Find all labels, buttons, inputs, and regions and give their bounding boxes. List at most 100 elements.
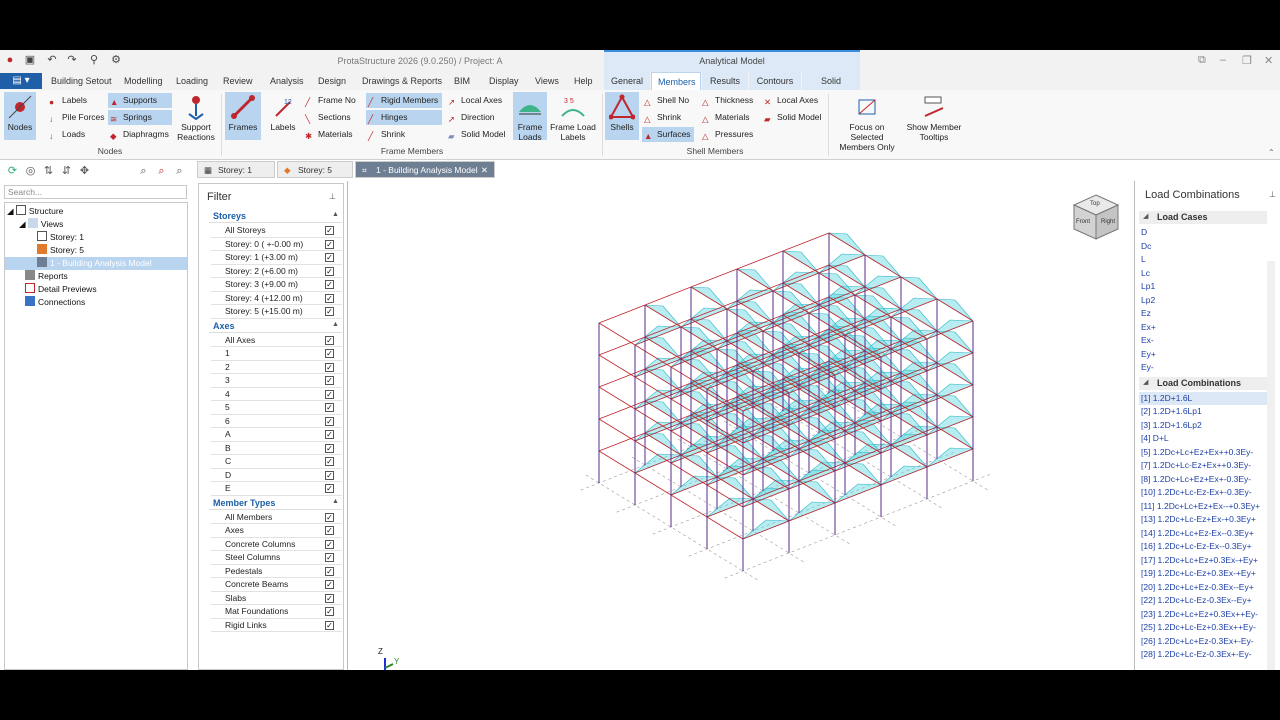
expand-icon[interactable]: ✥: [78, 165, 91, 178]
filter-checkbox[interactable]: ✓: [325, 580, 334, 589]
filter-checkbox[interactable]: ✓: [325, 416, 334, 426]
filter-checkbox[interactable]: ✓: [325, 403, 334, 412]
load-combination-item[interactable]: [13] 1.2Dc+Lc-Ez+Ex-+0.3Ey+: [1139, 513, 1267, 527]
tab-analysis[interactable]: Analysis: [264, 72, 310, 90]
shells-button[interactable]: Shells: [605, 92, 639, 140]
node-labels-button[interactable]: ● Labels: [47, 93, 87, 108]
zoom-window-icon[interactable]: ⌕: [173, 165, 186, 178]
section-load-combinations[interactable]: Load Combinations: [1139, 376, 1267, 390]
pin-icon[interactable]: ⊥: [329, 192, 336, 201]
nodes-button[interactable]: Nodes: [4, 92, 36, 140]
load-case-item[interactable]: Lc: [1139, 267, 1267, 281]
tab-modelling[interactable]: Modelling: [118, 72, 169, 90]
filter-checkbox[interactable]: ✓: [325, 539, 334, 549]
search-input[interactable]: Search...: [4, 185, 187, 199]
tab-review[interactable]: Review: [217, 72, 259, 90]
load-combination-item[interactable]: [11] 1.2Dc+Lc+Ez+Ex--+0.3Ey+: [1139, 500, 1267, 514]
filter-checkbox[interactable]: ✓: [325, 457, 334, 466]
section-axes[interactable]: Axes: [209, 320, 342, 333]
view-cube-right[interactable]: Right: [1101, 219, 1115, 225]
tree-item-analysis-model[interactable]: 1 - Building Analysis Model: [5, 257, 187, 270]
filter-checkbox[interactable]: ✓: [325, 280, 334, 289]
concrete-beam[interactable]: [736, 250, 784, 270]
filter-checkbox[interactable]: ✓: [325, 362, 334, 372]
load-combination-item[interactable]: [8] 1.2Dc+Lc+Ez+Ex+-0.3Ey-: [1139, 473, 1267, 487]
surfaces-button[interactable]: ▲ Surfaces: [642, 127, 694, 142]
load-combination-item[interactable]: [14] 1.2Dc+Lc+Ez-Ex--0.3Ey+: [1139, 527, 1267, 541]
tab-loading[interactable]: Loading: [170, 72, 214, 90]
support-reactions-button[interactable]: Support Reactions: [176, 92, 216, 142]
load-case-item[interactable]: Ex+: [1139, 321, 1267, 335]
load-combination-item[interactable]: [28] 1.2Dc+Lc-Ez-0.3Ex+-Ey-: [1139, 648, 1267, 662]
focus-selected-button[interactable]: Focus on Selected Members Only: [832, 92, 902, 152]
concrete-beam[interactable]: [598, 400, 646, 420]
filter-checkbox[interactable]: ✓: [325, 593, 334, 603]
filter-checkbox[interactable]: ✓: [325, 253, 334, 262]
filter-checkbox[interactable]: ✓: [325, 335, 334, 345]
shell-materials-button[interactable]: △ Materials: [700, 110, 749, 125]
filter-checkbox[interactable]: ✓: [325, 553, 334, 562]
tab-building-setout[interactable]: Building Setout: [45, 72, 118, 90]
pile-forces-button[interactable]: ↓ Pile Forces: [47, 110, 105, 125]
concrete-beam[interactable]: [644, 286, 692, 306]
concrete-beam[interactable]: [782, 232, 830, 252]
tab-help[interactable]: Help: [568, 72, 599, 90]
tree-item-detail-previews[interactable]: Detail Previews: [5, 283, 187, 296]
concrete-beam[interactable]: [706, 516, 744, 540]
doc-tab-storey-5[interactable]: ◆ Storey: 5: [277, 161, 353, 178]
concrete-beam[interactable]: [598, 432, 646, 452]
minimize-icon[interactable]: –: [1220, 54, 1226, 66]
load-combination-item[interactable]: [16] 1.2Dc+Lc-Ez-Ex--0.3Ey+: [1139, 540, 1267, 554]
section-member-types[interactable]: Member Types: [209, 497, 342, 510]
shell-solid-model-button[interactable]: ▰ Solid Model: [762, 110, 821, 125]
close-icon[interactable]: ✕: [1264, 54, 1273, 67]
load-combination-item[interactable]: [26] 1.2Dc+Lc+Ez-0.3Ex+-Ey-: [1139, 635, 1267, 649]
scrollbar[interactable]: [1267, 261, 1275, 670]
load-case-item[interactable]: Lp1: [1139, 280, 1267, 294]
thickness-button[interactable]: △ Thickness: [700, 93, 753, 108]
refresh-icon[interactable]: ⟳: [6, 165, 19, 178]
load-case-item[interactable]: Ey+: [1139, 348, 1267, 362]
load-combination-item[interactable]: [19] 1.2Dc+Lc-Ez+0.3Ex-+Ey+: [1139, 567, 1267, 581]
filter-checkbox[interactable]: ✓: [325, 430, 334, 439]
load-case-item[interactable]: Ez: [1139, 307, 1267, 321]
shell-no-button[interactable]: △ Shell No: [642, 93, 689, 108]
frame-materials-button[interactable]: ✱ Materials: [303, 127, 352, 142]
load-case-item[interactable]: D: [1139, 226, 1267, 240]
section-load-cases[interactable]: Load Cases: [1139, 211, 1267, 224]
concrete-beam[interactable]: [598, 322, 636, 346]
doc-tab-analysis-model[interactable]: ⌗ 1 - Building Analysis Model ✕: [355, 161, 495, 178]
maximize-icon[interactable]: ❐: [1242, 54, 1252, 67]
view-cube-front[interactable]: Front: [1076, 219, 1090, 225]
springs-button[interactable]: ≋ Springs: [108, 110, 172, 125]
filter-checkbox[interactable]: ✓: [325, 470, 334, 480]
load-combination-item[interactable]: [23] 1.2Dc+Lc+Ez+0.3Ex++Ey-: [1139, 608, 1267, 622]
concrete-beam[interactable]: [598, 336, 646, 356]
load-combination-item[interactable]: [3] 1.2D+1.6Lp2: [1139, 419, 1267, 433]
concrete-beam[interactable]: [598, 418, 636, 442]
filter-checkbox[interactable]: ✓: [325, 607, 334, 616]
collapse-section-icon[interactable]: ▲: [332, 211, 339, 218]
concrete-beam[interactable]: [690, 268, 738, 288]
supports-button[interactable]: ▲ Supports: [108, 93, 172, 108]
load-combination-item[interactable]: [10] 1.2Dc+Lc-Ez-Ex+-0.3Ey-: [1139, 486, 1267, 500]
frame-solid-model-button[interactable]: ▰ Solid Model: [446, 127, 505, 142]
tab-members[interactable]: Members: [651, 72, 701, 90]
filter-checkbox[interactable]: ✓: [325, 484, 334, 493]
view-cube-top[interactable]: Top: [1090, 201, 1100, 207]
load-combination-item[interactable]: [25] 1.2Dc+Lc-Ez+0.3Ex++Ey-: [1139, 621, 1267, 635]
collapse-ribbon-icon[interactable]: ⌃: [1268, 148, 1275, 157]
load-case-item[interactable]: Ex-: [1139, 334, 1267, 348]
zoom-selection-icon[interactable]: ⌕: [155, 165, 168, 178]
diaphragms-button[interactable]: ◆ Diaphragms: [108, 127, 169, 142]
sort-icon[interactable]: ⇅: [42, 165, 55, 178]
filter-checkbox[interactable]: ✓: [325, 512, 334, 522]
filter-checkbox[interactable]: ✓: [325, 566, 334, 576]
filter-checkbox[interactable]: ✓: [325, 307, 334, 316]
collapse-section-icon[interactable]: ◢: [1143, 212, 1148, 220]
load-case-item[interactable]: Ey-: [1139, 361, 1267, 375]
load-combination-item[interactable]: [20] 1.2Dc+Lc+Ez-0.3Ex--Ey+: [1139, 581, 1267, 595]
tab-general[interactable]: General: [604, 72, 650, 90]
tab-design[interactable]: Design: [312, 72, 352, 90]
frame-load-labels-button[interactable]: 3 5 Frame Load Labels: [550, 92, 596, 142]
